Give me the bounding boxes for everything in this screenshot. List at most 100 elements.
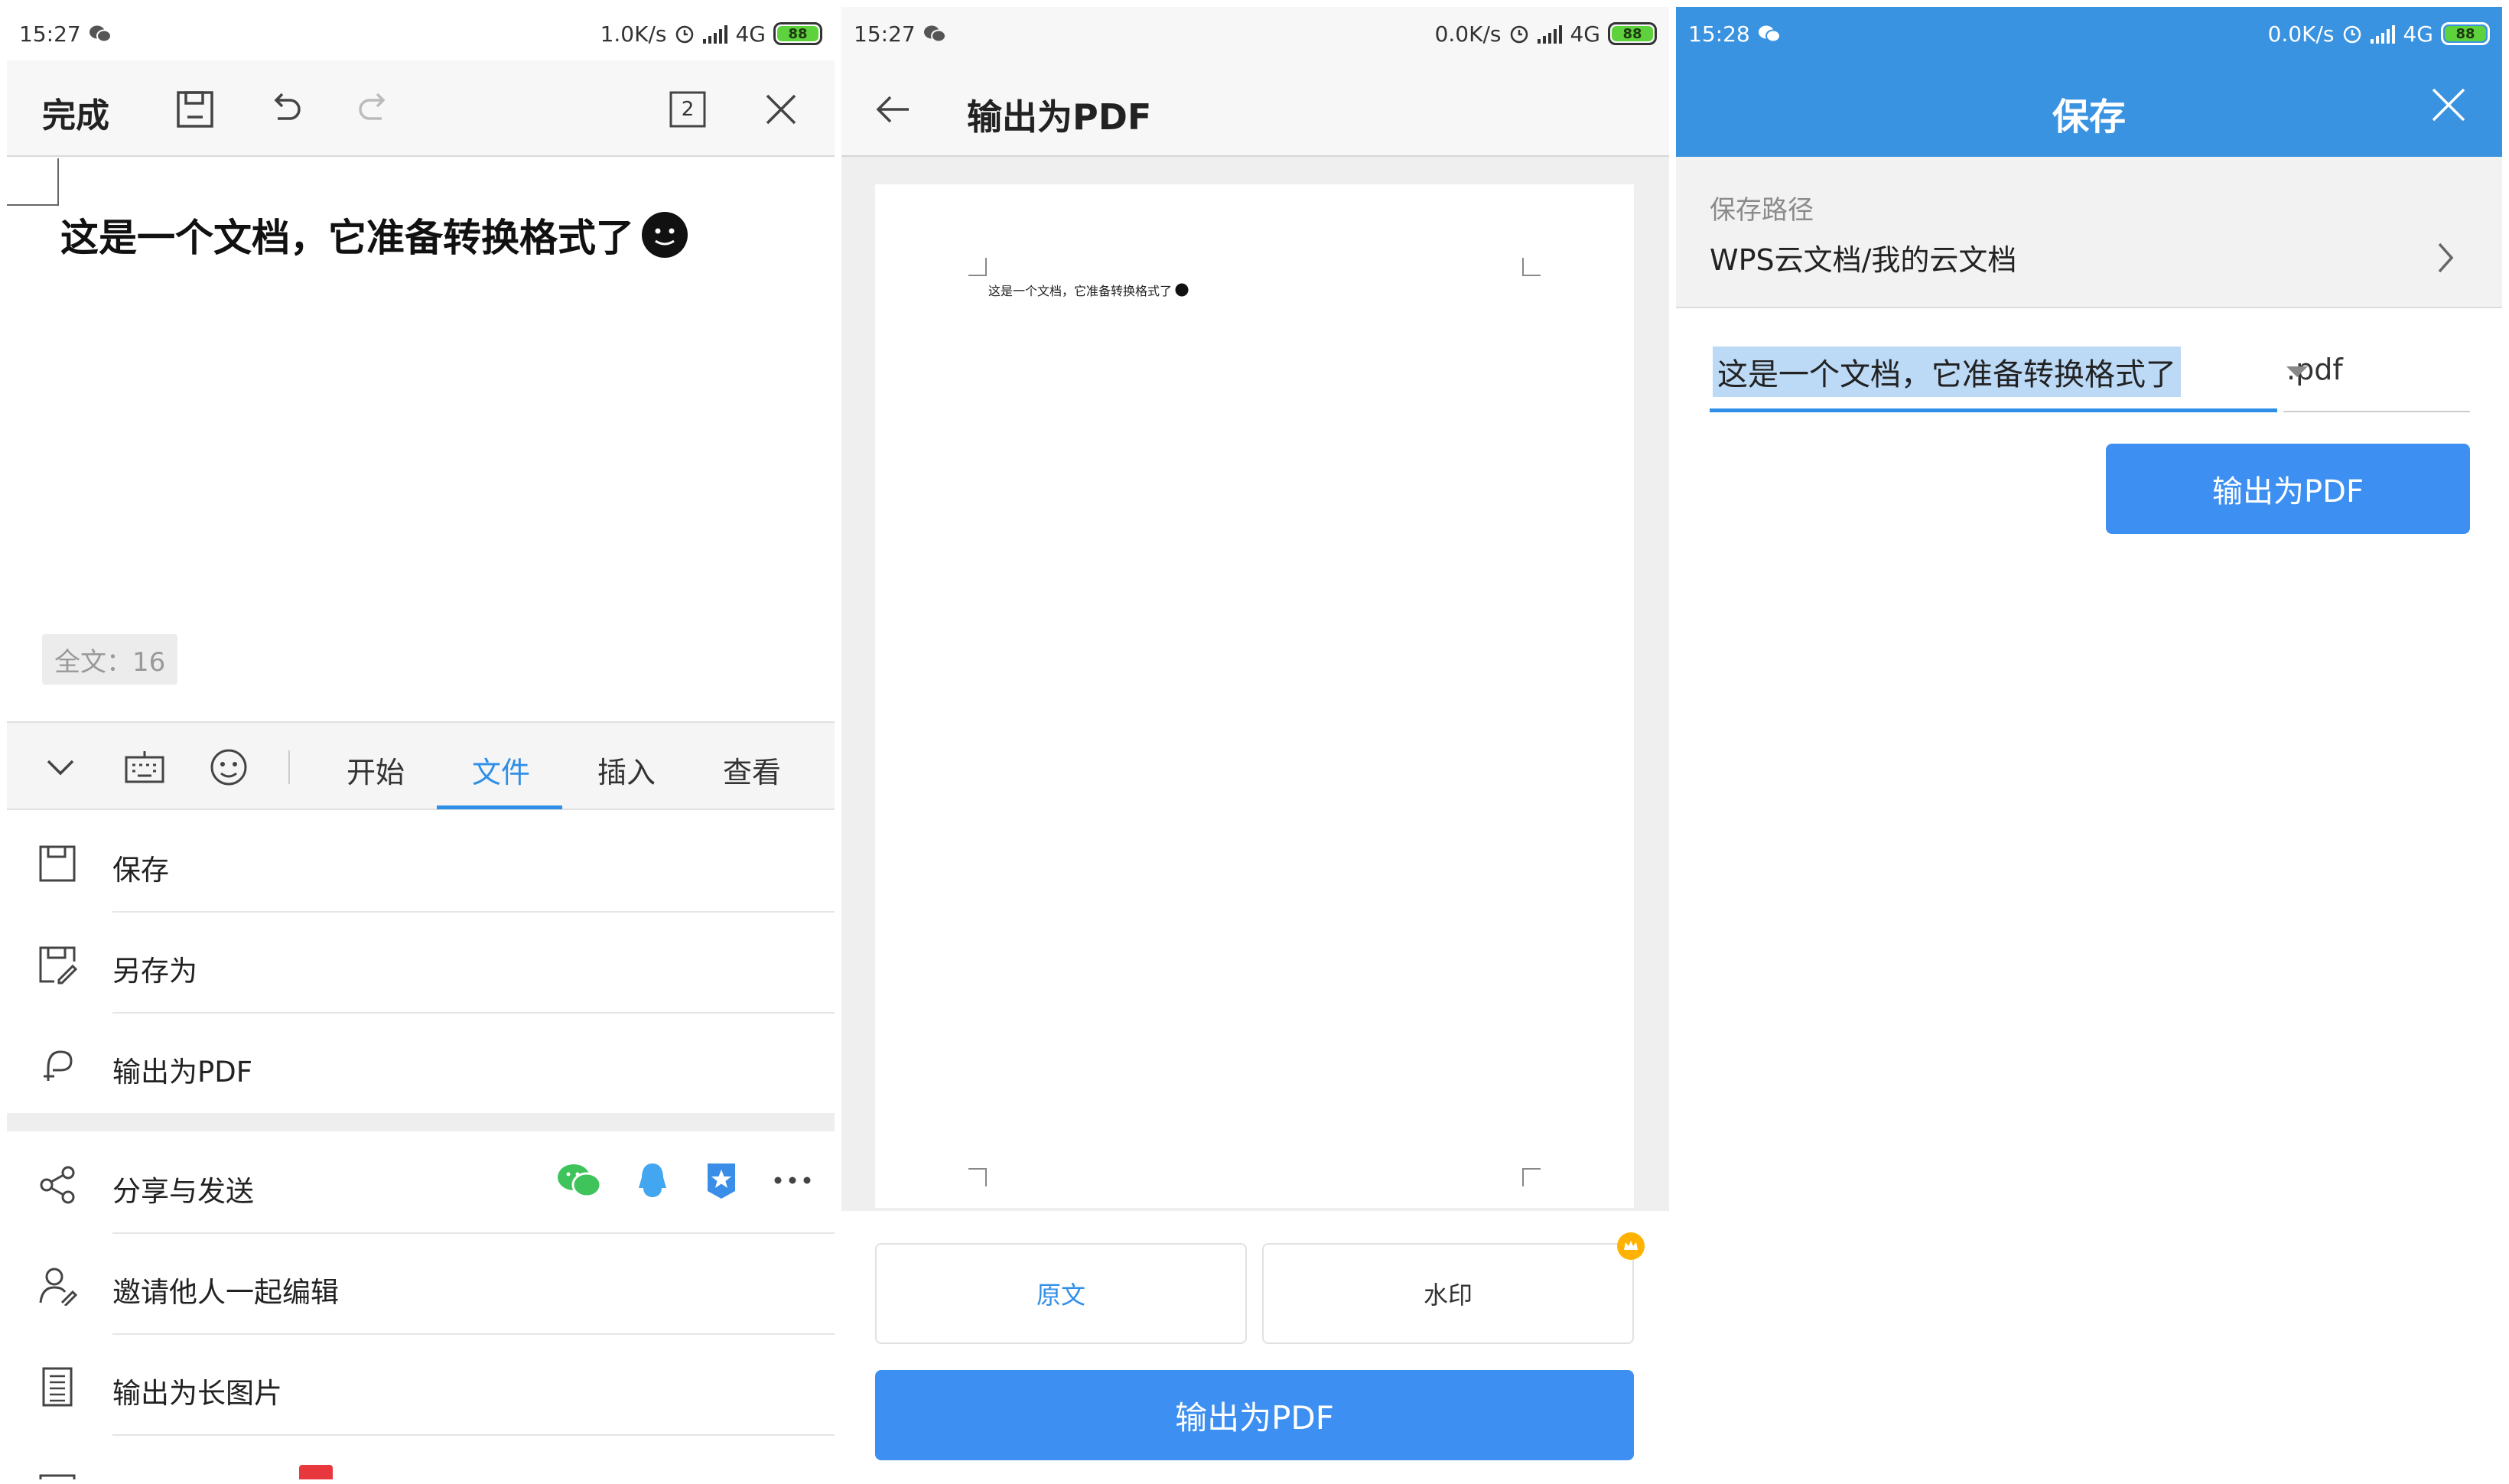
page-header: 输出为PDF: [841, 60, 1669, 157]
preview-text: 这是一个文档，它准备转换格式了: [988, 281, 1189, 299]
editor-toolbar: 完成 2: [7, 60, 835, 157]
redo-icon[interactable]: [351, 88, 394, 131]
bottom-tab-bar: 开始 文件 插入 查看: [7, 721, 835, 810]
export-pdf-button[interactable]: 输出为PDF: [2106, 444, 2470, 534]
battery-icon: 88: [2441, 22, 2490, 45]
dialog-title: 保存: [2052, 96, 2126, 138]
keyboard-icon[interactable]: [122, 744, 168, 790]
save-icon: [34, 841, 80, 887]
long-image-icon: [34, 1364, 80, 1410]
page-title: 输出为PDF: [967, 96, 1152, 138]
save-path-value: WPS云文档/我的云文档: [1710, 243, 2017, 277]
page-count: 2: [681, 98, 695, 121]
battery-icon: 88: [773, 22, 822, 45]
network-type: 4G: [1570, 21, 1600, 47]
menu-item-export-long-image[interactable]: 输出为长图片: [7, 1335, 835, 1436]
emoji-face-icon[interactable]: [206, 744, 252, 790]
wechat-notification-icon: [923, 24, 946, 44]
page-count-icon[interactable]: 2: [666, 88, 709, 131]
undo-icon[interactable]: [265, 88, 308, 131]
battery-level: 88: [1612, 26, 1653, 42]
network-speed: 0.0K/s: [1434, 21, 1502, 47]
margin-corner: [1522, 258, 1541, 276]
tab-insert[interactable]: 插入: [597, 749, 656, 791]
signal-icon: [1538, 24, 1563, 44]
save-dialog-panel: 15:28 0.0K/s 4G 88 保存 保存路径 WPS云文档/我的云文档 …: [1676, 7, 2502, 1479]
done-button[interactable]: 完成: [42, 88, 109, 137]
collapse-chevron-icon[interactable]: [37, 744, 83, 790]
margin-corner: [1522, 1168, 1541, 1186]
preview-content: 这是一个文档，它准备转换格式了: [988, 284, 1173, 298]
status-bar: 15:27 0.0K/s 4G 88: [841, 7, 1669, 60]
network-speed: 0.0K/s: [2267, 21, 2335, 47]
wechat-icon[interactable]: [556, 1160, 602, 1200]
signal-icon: [2371, 24, 2396, 44]
status-time: 15:27: [19, 21, 81, 47]
alarm-icon: [674, 23, 695, 44]
export-pdf-preview-panel: 15:27 0.0K/s 4G 88 输出为PDF 这是一个文档，它准备转换格式…: [841, 7, 1669, 1479]
export-options: 原文 水印 输出为PDF: [841, 1211, 1669, 1479]
watermark-option-button[interactable]: 水印: [1262, 1232, 1645, 1344]
save-as-icon: [34, 942, 80, 988]
extension-select[interactable]: .pdf: [2283, 336, 2470, 412]
close-icon[interactable]: [760, 88, 802, 131]
tab-start[interactable]: 开始: [347, 749, 405, 791]
alarm-icon: [2341, 23, 2363, 44]
dropdown-caret-icon: [2286, 366, 2308, 377]
pdf-preview-page: 这是一个文档，它准备转换格式了: [875, 184, 1634, 1208]
status-bar: 15:27 1.0K/s 4G 88: [7, 7, 835, 60]
save-path-label: 保存路径: [1710, 195, 1814, 226]
battery-level: 88: [777, 26, 818, 42]
wechat-notification-icon: [1758, 24, 1781, 44]
new-badge: [299, 1465, 333, 1479]
menu-item-label: 输出为PDF: [112, 1056, 253, 1089]
menu-item-label: 保存: [112, 854, 169, 887]
menu-item-save[interactable]: 保存: [7, 812, 835, 913]
document-text[interactable]: 这是一个文档，它准备转换格式了: [60, 207, 689, 262]
network-type: 4G: [2403, 21, 2433, 47]
battery-icon: 88: [1608, 22, 1657, 45]
close-icon[interactable]: [2429, 85, 2472, 128]
qq-icon[interactable]: [636, 1160, 669, 1200]
menu-item-export-pdf[interactable]: 输出为PDF: [7, 1014, 835, 1115]
save-header: 15:28 0.0K/s 4G 88 保存: [1676, 7, 2502, 157]
save-path-row[interactable]: 保存路径 WPS云文档/我的云文档: [1676, 157, 2502, 308]
smiley-emoji-icon: [1175, 283, 1189, 297]
filename-selected-text: 这是一个文档，它准备转换格式了: [1713, 347, 2181, 397]
document-content: 这是一个文档，它准备转换格式了: [60, 216, 634, 260]
battery-level: 88: [2445, 26, 2486, 42]
tab-file[interactable]: 文件: [472, 749, 530, 791]
menu-item-share[interactable]: 分享与发送: [7, 1133, 835, 1234]
save-icon[interactable]: [174, 88, 216, 131]
menu-item-invite-edit[interactable]: 邀请他人一起编辑: [7, 1234, 835, 1335]
share-targets: [556, 1160, 812, 1200]
filename-input[interactable]: 这是一个文档，它准备转换格式了: [1710, 336, 2277, 412]
signal-icon: [703, 24, 728, 44]
menu-item-partial[interactable]: [7, 1436, 835, 1479]
menu-icon: [34, 1465, 80, 1479]
status-time: 15:27: [854, 21, 916, 47]
back-arrow-icon[interactable]: [872, 88, 915, 131]
alarm-icon: [1508, 23, 1530, 44]
wechat-notification-icon: [89, 24, 112, 44]
margin-corner: [968, 258, 987, 276]
active-tab-indicator: [437, 805, 562, 809]
menu-item-label: 另存为: [112, 955, 197, 988]
smiley-emoji-icon: [640, 210, 689, 259]
watermark-label: 水印: [1423, 1281, 1473, 1310]
status-bar: 15:28 0.0K/s 4G 88: [1676, 7, 2502, 60]
tab-view[interactable]: 查看: [723, 749, 781, 791]
export-pdf-button[interactable]: 输出为PDF: [875, 1370, 1634, 1460]
menu-item-label: 邀请他人一起编辑: [112, 1276, 339, 1309]
share-icon: [34, 1162, 80, 1208]
status-time: 15:28: [1688, 21, 1750, 47]
more-icon[interactable]: [773, 1176, 812, 1185]
menu-item-save-as[interactable]: 另存为: [7, 913, 835, 1014]
menu-item-label: 输出为长图片: [112, 1377, 282, 1410]
pdf-icon: [34, 1043, 80, 1089]
tim-star-icon[interactable]: [703, 1160, 740, 1200]
document-editor-panel: 15:27 1.0K/s 4G 88 完成 2 这是一个文档，它准备转换格式了 …: [7, 7, 835, 1479]
menu-item-label: 分享与发送: [112, 1175, 254, 1208]
section-gap: [7, 1113, 835, 1131]
original-option-button[interactable]: 原文: [875, 1243, 1247, 1344]
